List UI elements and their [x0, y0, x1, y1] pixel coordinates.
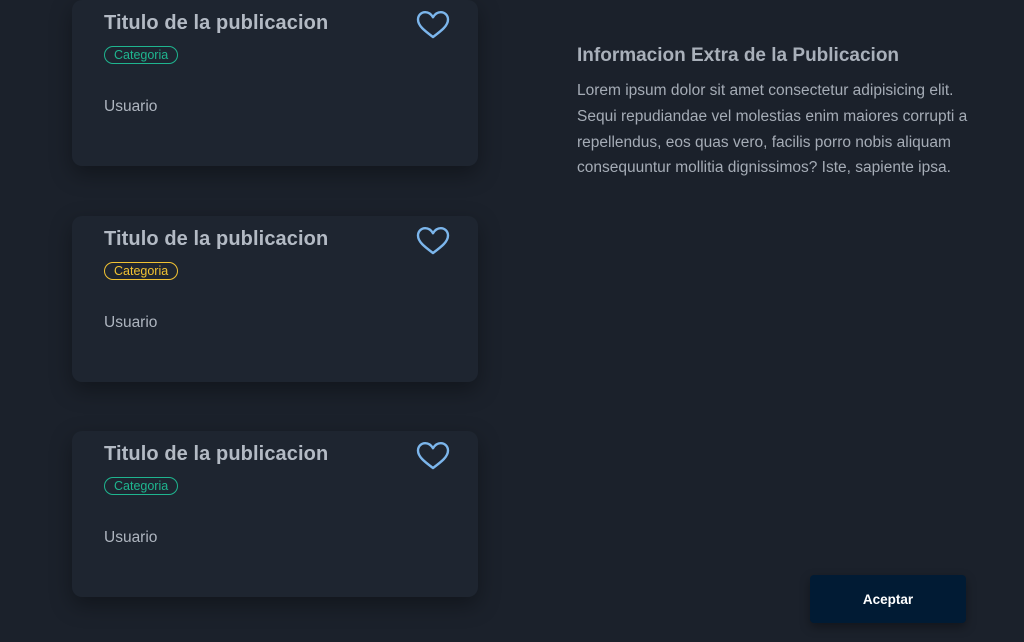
- page: Titulo de la publicacion Categoria Usuar…: [0, 0, 1024, 642]
- publication-card[interactable]: Titulo de la publicacion Categoria Usuar…: [72, 0, 478, 166]
- card-user: Usuario: [104, 314, 158, 331]
- accept-button[interactable]: Aceptar: [810, 575, 966, 623]
- category-badge: Categoria: [104, 46, 179, 64]
- category-badge: Categoria: [104, 477, 179, 495]
- card-title: Titulo de la publicacion: [104, 228, 329, 250]
- info-body: Lorem ipsum dolor sit amet consectetur a…: [577, 82, 968, 177]
- publication-card[interactable]: Titulo de la publicacion Categoria Usuar…: [72, 216, 478, 382]
- card-title: Titulo de la publicacion: [104, 443, 329, 465]
- publication-card[interactable]: Titulo de la publicacion Categoria Usuar…: [72, 431, 478, 597]
- heart-icon[interactable]: [416, 10, 450, 40]
- card-user: Usuario: [104, 98, 158, 115]
- category-badge: Categoria: [104, 262, 179, 280]
- card-user: Usuario: [104, 529, 158, 546]
- info-title: Informacion Extra de la Publicacion: [577, 45, 900, 66]
- card-title: Titulo de la publicacion: [104, 12, 329, 34]
- heart-icon[interactable]: [416, 226, 450, 256]
- heart-icon[interactable]: [416, 441, 450, 471]
